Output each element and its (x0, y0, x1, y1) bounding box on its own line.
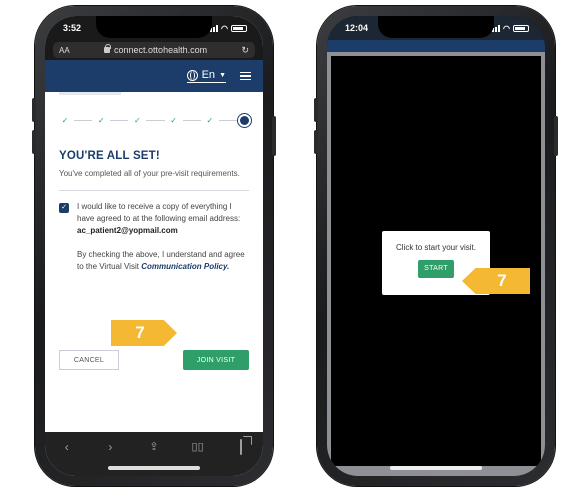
phone-right: 12:04 ◠ Click to start your visit. START (314, 6, 558, 486)
lock-icon (104, 44, 112, 53)
battery-icon (231, 24, 247, 32)
reload-icon[interactable]: ↻ (241, 45, 249, 56)
screen-left: 3:52 ◠ AA connect.ottohealth.com ↻ En ▼ … (45, 16, 263, 476)
wifi-icon: ◠ (503, 23, 510, 33)
hamburger-menu-icon[interactable] (240, 71, 251, 81)
status-icons: ◠ (489, 24, 529, 33)
status-time: 3:52 (63, 23, 82, 33)
app-header (327, 40, 545, 52)
back-icon[interactable]: ‹ (58, 440, 76, 454)
power-button (554, 116, 558, 156)
page-title: YOU'RE ALL SET! (59, 150, 160, 162)
phone-left: 3:52 ◠ AA connect.ottohealth.com ↻ En ▼ … (32, 6, 276, 486)
divider (59, 190, 249, 191)
home-indicator (108, 466, 200, 470)
step-current-indicator (240, 115, 250, 125)
volume-down-button (32, 130, 36, 154)
language-label: En (201, 69, 216, 81)
page-subtitle: You've completed all of your pre-visit r… (59, 169, 240, 178)
tabs-icon[interactable] (232, 439, 250, 455)
main-content: ✓ ✓ ✓ ✓ ✓ YOU'RE ALL SET! You've complet… (45, 92, 263, 412)
notch (96, 16, 212, 38)
start-button[interactable]: START (418, 260, 454, 278)
home-indicator (390, 466, 482, 470)
notch (378, 16, 494, 38)
step-callout-right: 7 (462, 268, 530, 294)
step-check-icon: ✓ (206, 115, 214, 125)
consent-email: ac_patient2@yopmail.com (77, 226, 178, 235)
consent-text: I would like to receive a copy of everyt… (77, 202, 241, 235)
wifi-icon: ◠ (221, 23, 228, 33)
step-check-icon: ✓ (170, 115, 177, 125)
step-callout-left: 7 (111, 320, 177, 346)
status-icons: ◠ (207, 24, 247, 33)
status-time: 12:04 (345, 23, 369, 33)
forward-icon[interactable]: › (101, 440, 119, 454)
screen-right: 12:04 ◠ Click to start your visit. START (327, 16, 545, 476)
globe-icon (186, 69, 198, 81)
step-check-icon: ✓ (134, 115, 141, 125)
volume-up-button (32, 98, 36, 122)
browser-toolbar: ‹ › ⇪ ▯▯ (45, 432, 263, 476)
url-text[interactable]: connect.ottohealth.com (114, 45, 207, 55)
step-check-icon: ✓ (97, 115, 105, 125)
bookmarks-icon[interactable]: ▯▯ (189, 440, 207, 453)
chevron-down-icon: ▼ (219, 71, 226, 79)
action-buttons: CANCEL JOIN VISIT (59, 350, 249, 370)
step-check-icon: ✓ (61, 115, 69, 125)
share-icon[interactable]: ⇪ (145, 440, 163, 453)
join-visit-button[interactable]: JOIN VISIT (183, 350, 249, 370)
browser-url-bar[interactable]: AA connect.ottohealth.com ↻ (45, 40, 263, 60)
battery-icon (513, 24, 529, 32)
policy-note: By checking the above, I understand and … (77, 250, 245, 271)
progress-steps: ✓ ✓ ✓ ✓ ✓ (59, 92, 250, 128)
communication-policy-link[interactable]: Communication Policy. (141, 262, 229, 271)
power-button (272, 116, 276, 156)
language-selector[interactable]: En ▼ (186, 69, 226, 83)
volume-down-button (314, 130, 318, 154)
video-frame: Click to start your visit. START (327, 52, 545, 476)
cancel-button[interactable]: CANCEL (59, 350, 119, 370)
video-area: Click to start your visit. START (331, 56, 541, 466)
app-header: En ▼ (45, 60, 263, 92)
volume-up-button (314, 98, 318, 122)
consent-checkbox[interactable]: ✓ (59, 203, 69, 213)
dialog-text: Click to start your visit. (395, 243, 476, 252)
text-size-button[interactable]: AA (59, 46, 70, 55)
consent-row: ✓ I would like to receive a copy of ever… (59, 201, 249, 237)
